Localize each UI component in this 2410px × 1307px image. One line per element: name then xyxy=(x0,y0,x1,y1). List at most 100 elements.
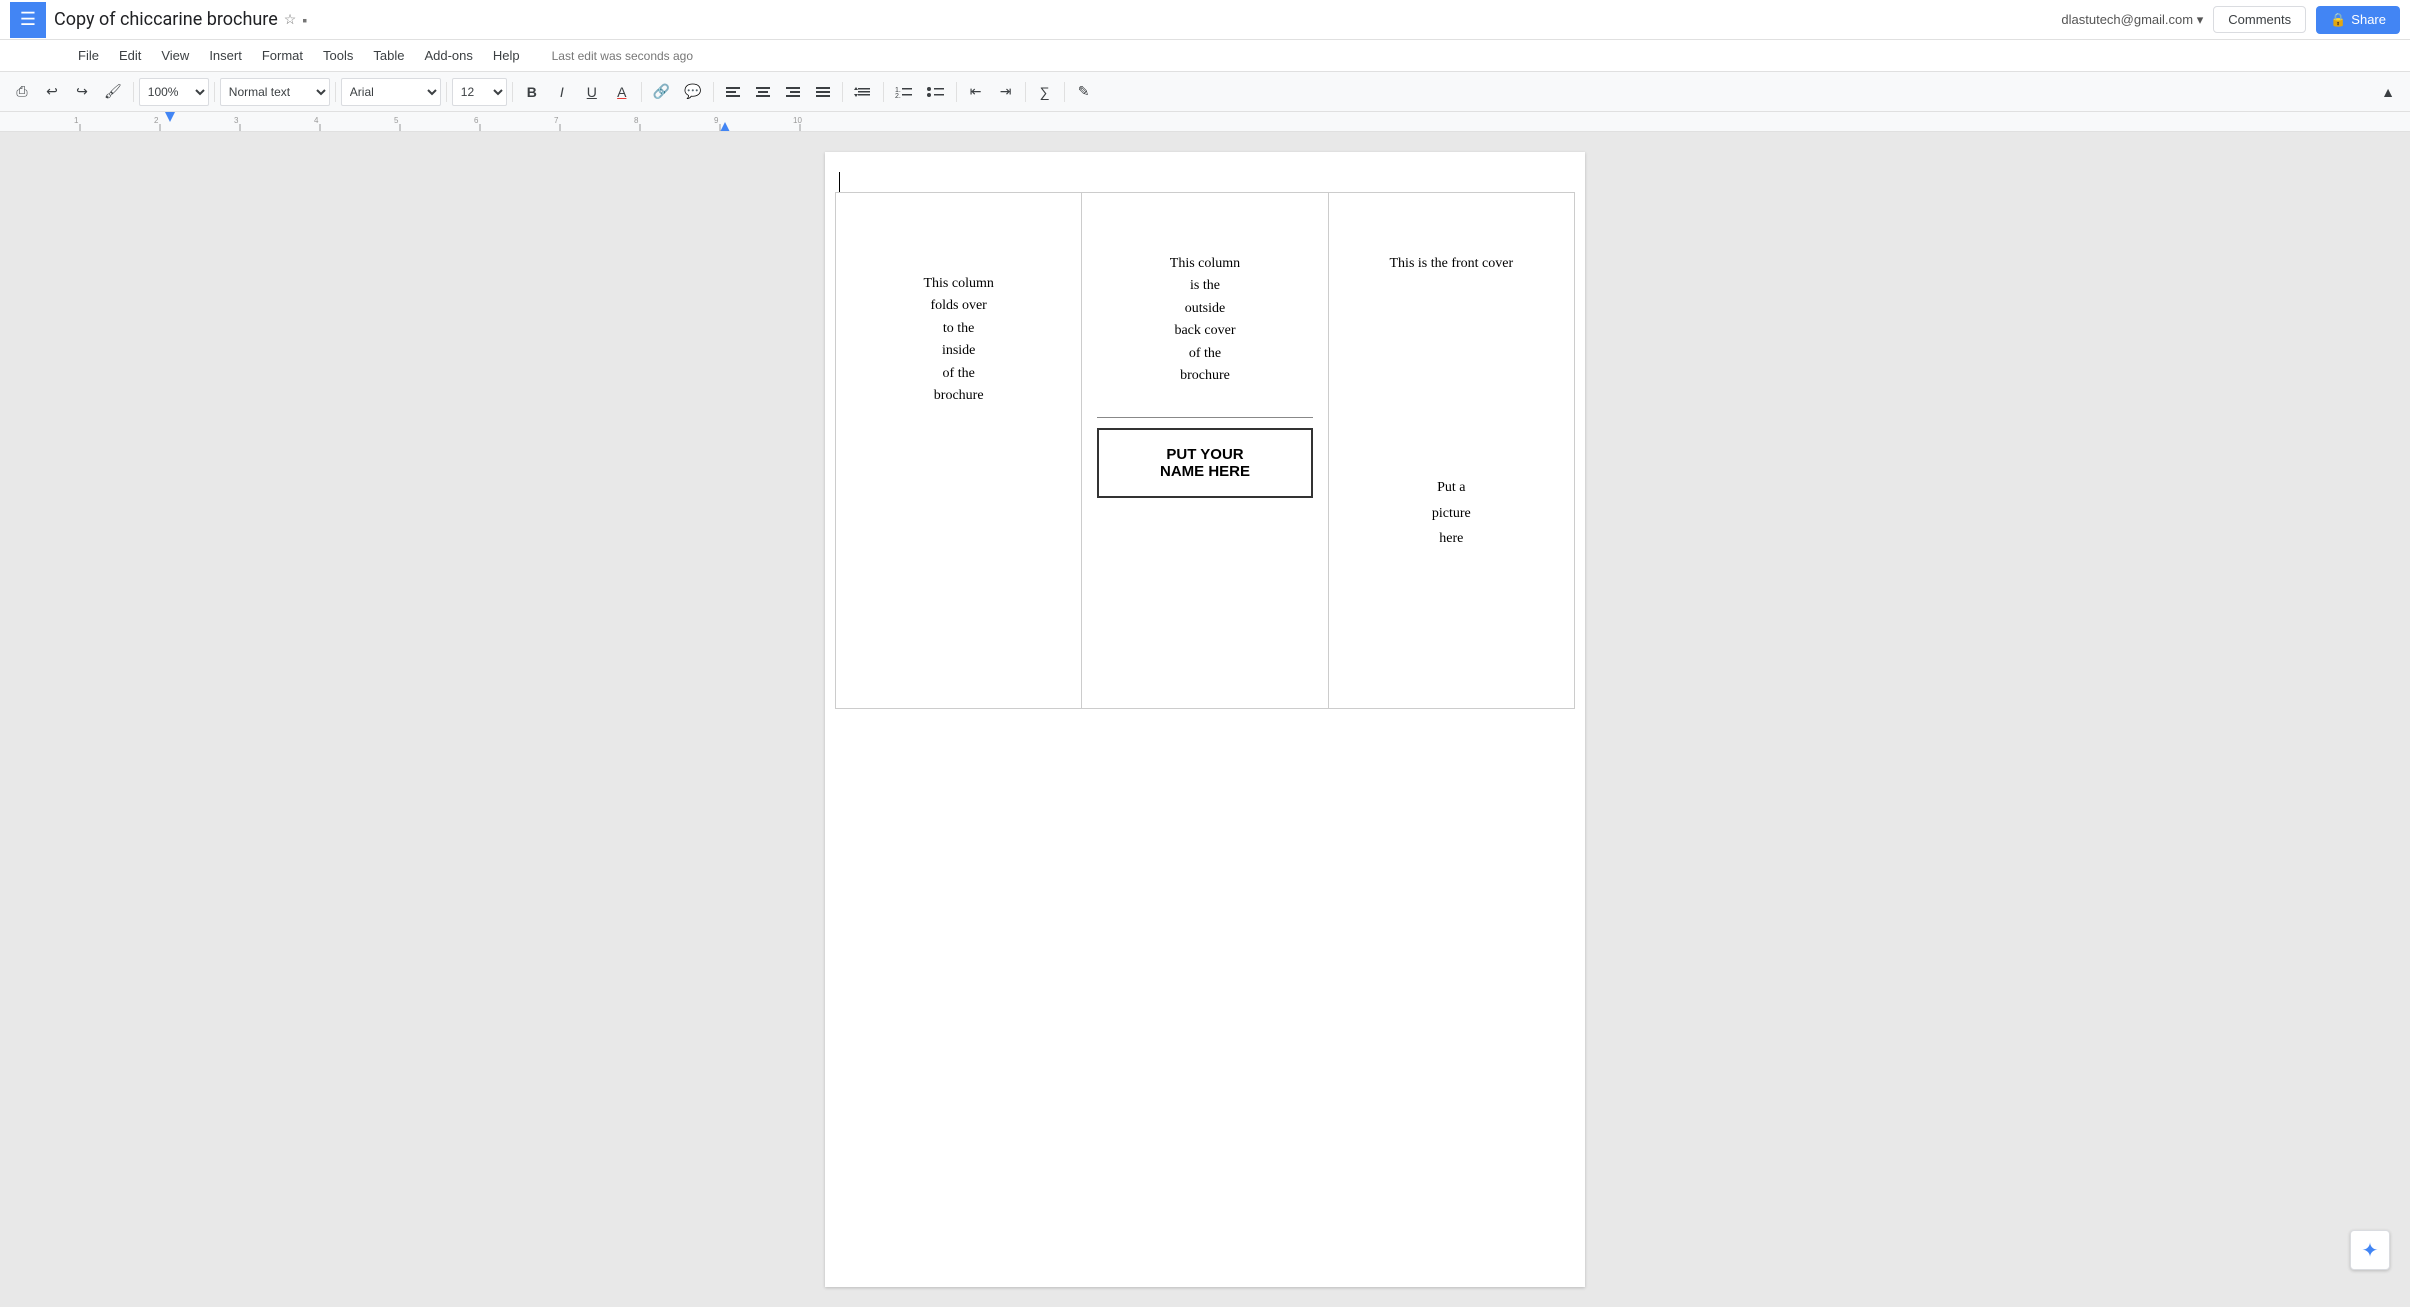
separator-11 xyxy=(1025,82,1026,102)
text-color-button[interactable]: A xyxy=(608,77,636,107)
align-left-button[interactable] xyxy=(719,77,747,107)
separator-4 xyxy=(446,82,447,102)
redo-icon: ↪ xyxy=(76,83,88,100)
increase-indent-icon: ⇥ xyxy=(1000,83,1012,100)
paintformat-button[interactable]: 🖌 xyxy=(98,77,128,107)
share-button[interactable]: 🔒 Share xyxy=(2316,6,2400,34)
italic-button[interactable]: I xyxy=(548,77,576,107)
align-justify-icon xyxy=(815,84,831,100)
separator-2 xyxy=(214,82,215,102)
doc-title[interactable]: Copy of chiccarine brochure xyxy=(54,9,278,30)
top-bar: ☰ Copy of chiccarine brochure ☆ ▪ dlastu… xyxy=(0,0,2410,40)
text-cursor xyxy=(839,172,840,192)
svg-text:7: 7 xyxy=(554,116,559,125)
menu-bar: File Edit View Insert Format Tools Table… xyxy=(0,40,2410,72)
align-right-button[interactable] xyxy=(779,77,807,107)
col2-top-text: This column is the outside back cover of… xyxy=(1097,213,1312,407)
col1-text: This column folds over to the inside of … xyxy=(851,213,1066,407)
col3-text: This is the front cover Put a picture he… xyxy=(1344,213,1559,551)
align-right-icon xyxy=(785,84,801,100)
share-label: Share xyxy=(2351,12,2386,27)
folder-icon[interactable]: ▪ xyxy=(302,12,307,28)
draw-button[interactable]: ✎ xyxy=(1070,77,1098,107)
toolbar-collapse-button[interactable]: ▲ xyxy=(2374,77,2402,107)
align-center-button[interactable] xyxy=(749,77,777,107)
svg-text:8: 8 xyxy=(634,116,639,125)
menu-table[interactable]: Table xyxy=(365,44,412,67)
underline-button[interactable]: U xyxy=(578,77,606,107)
menu-tools[interactable]: Tools xyxy=(315,44,361,67)
menu-view[interactable]: View xyxy=(153,44,197,67)
menu-help[interactable]: Help xyxy=(485,44,528,67)
separator-12 xyxy=(1064,82,1065,102)
bullet-list-button[interactable] xyxy=(921,77,951,107)
print-button[interactable]: ⎙ xyxy=(8,77,36,107)
separator-7 xyxy=(713,82,714,102)
linespacing-button[interactable] xyxy=(848,77,878,107)
col2-empty-bottom xyxy=(1097,508,1312,688)
star-icon[interactable]: ☆ xyxy=(284,11,297,28)
link-icon: 🔗 xyxy=(653,83,670,100)
col2-divider xyxy=(1097,417,1312,418)
app-menu-button[interactable]: ☰ xyxy=(10,2,46,38)
brochure-table: This column folds over to the inside of … xyxy=(835,192,1575,709)
align-justify-button[interactable] xyxy=(809,77,837,107)
separator-9 xyxy=(883,82,884,102)
comments-button[interactable]: Comments xyxy=(2213,6,2306,33)
align-center-icon xyxy=(755,84,771,100)
print-icon: ⎙ xyxy=(16,83,27,100)
lock-icon: 🔒 xyxy=(2330,12,2346,28)
increase-indent-button[interactable]: ⇥ xyxy=(992,77,1020,107)
formula-icon: ∑ xyxy=(1040,84,1050,100)
brochure-col3[interactable]: This is the front cover Put a picture he… xyxy=(1328,193,1574,709)
menu-addons[interactable]: Add-ons xyxy=(416,44,480,67)
svg-text:9: 9 xyxy=(714,116,719,125)
bullet-list-icon xyxy=(927,84,945,100)
align-left-icon xyxy=(725,84,741,100)
font-select[interactable]: Arial Times New Roman Courier New Georgi… xyxy=(341,78,441,106)
font-size-select[interactable]: 12 8 9 10 11 14 18 24 36 48 72 xyxy=(452,78,507,106)
comment-button[interactable]: 💬 xyxy=(678,77,707,107)
zoom-select[interactable]: 100% 75% 125% 150% xyxy=(139,78,209,106)
assistant-button[interactable]: ✦ xyxy=(2350,1230,2390,1270)
bold-button[interactable]: B xyxy=(518,77,546,107)
svg-text:6: 6 xyxy=(474,116,479,125)
italic-icon: I xyxy=(560,84,564,100)
undo-icon: ↩ xyxy=(46,83,58,100)
top-right-area: dlastutech@gmail.com ▾ Comments 🔒 Share xyxy=(2061,6,2400,34)
svg-text:10: 10 xyxy=(793,116,802,125)
menu-insert[interactable]: Insert xyxy=(201,44,250,67)
menu-file[interactable]: File xyxy=(70,44,107,67)
numbered-list-icon: 1. 2. xyxy=(895,84,913,100)
separator-8 xyxy=(842,82,843,102)
brochure-col1[interactable]: This column folds over to the inside of … xyxy=(836,193,1082,709)
assistant-icon: ✦ xyxy=(2362,1238,2379,1263)
last-edit-status: Last edit was seconds ago xyxy=(552,49,693,63)
menu-edit[interactable]: Edit xyxy=(111,44,149,67)
numbered-list-button[interactable]: 1. 2. xyxy=(889,77,919,107)
text-color-icon: A xyxy=(617,84,626,100)
doc-title-area: Copy of chiccarine brochure ☆ ▪ xyxy=(54,9,2061,30)
separator-3 xyxy=(335,82,336,102)
page[interactable]: This column folds over to the inside of … xyxy=(825,152,1585,1287)
comment-icon: 💬 xyxy=(684,83,701,100)
redo-button[interactable]: ↪ xyxy=(68,77,96,107)
svg-text:5: 5 xyxy=(394,116,399,125)
toolbar: ⎙ ↩ ↪ 🖌 100% 75% 125% 150% Normal text H… xyxy=(0,72,2410,112)
undo-button[interactable]: ↩ xyxy=(38,77,66,107)
col2-name-box[interactable]: PUT YOUR NAME HERE xyxy=(1097,428,1312,498)
brochure-col2[interactable]: This column is the outside back cover of… xyxy=(1082,193,1328,709)
ruler: 1 2 3 4 5 6 7 8 9 10 xyxy=(0,112,2410,132)
collapse-icon: ▲ xyxy=(2381,84,2395,100)
link-button[interactable]: 🔗 xyxy=(647,77,676,107)
col3-front-cover: This is the front cover xyxy=(1344,253,1559,275)
menu-format[interactable]: Format xyxy=(254,44,311,67)
hamburger-icon: ☰ xyxy=(20,9,36,30)
formula-button[interactable]: ∑ xyxy=(1031,77,1059,107)
separator-1 xyxy=(133,82,134,102)
draw-icon: ✎ xyxy=(1078,83,1090,100)
separator-6 xyxy=(641,82,642,102)
decrease-indent-button[interactable]: ⇤ xyxy=(962,77,990,107)
style-select[interactable]: Normal text Heading 1 Heading 2 Heading … xyxy=(220,78,330,106)
paintformat-icon: 🖌 xyxy=(104,83,122,100)
